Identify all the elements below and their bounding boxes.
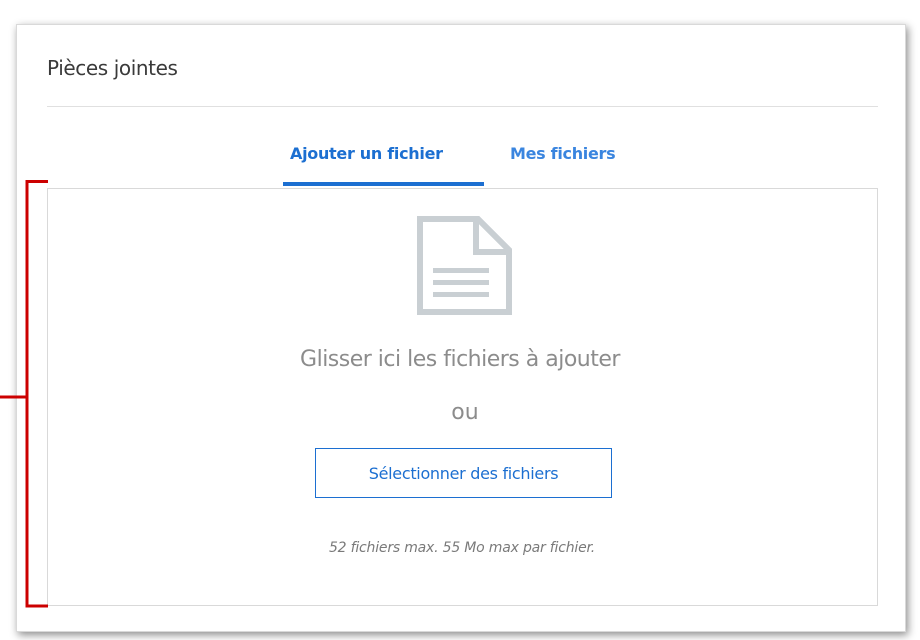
tab-add-file[interactable]: Ajouter un fichier: [290, 144, 443, 163]
active-tab-indicator: [283, 182, 484, 186]
panel-title: Pièces jointes: [47, 56, 178, 80]
annotation-bracket: [0, 180, 48, 608]
page: Pièces jointes Ajouter un fichier Mes fi…: [0, 0, 920, 640]
document-icon: [417, 216, 512, 315]
file-limits-note: 52 fichiers max. 55 Mo max par fichier.: [328, 540, 596, 556]
select-files-button[interactable]: Sélectionner des fichiers: [315, 448, 612, 498]
or-separator: ou: [451, 400, 479, 425]
title-divider: [47, 106, 878, 107]
drop-instructions: Glisser ici les fichiers à ajouter: [300, 347, 620, 372]
tab-my-files[interactable]: Mes fichiers: [510, 144, 616, 163]
